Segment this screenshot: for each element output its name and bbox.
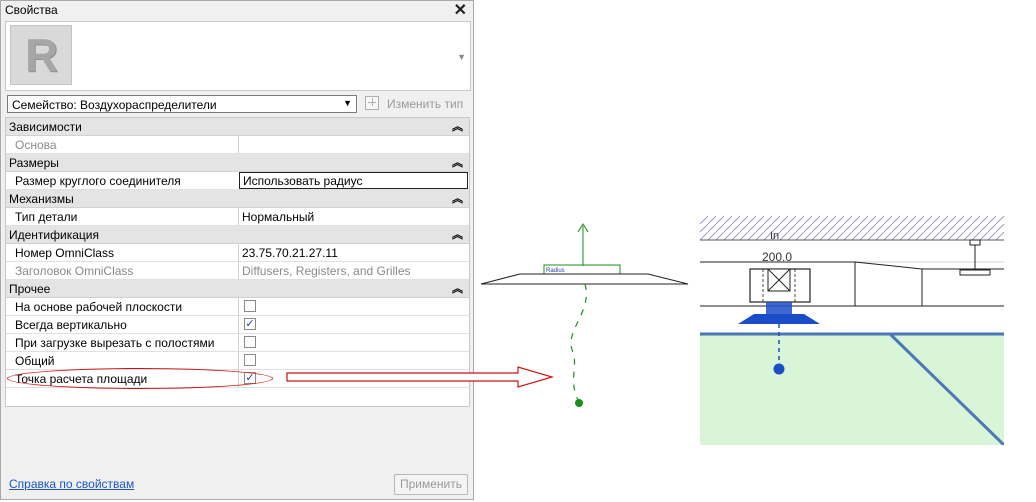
property-row-cut-with-voids[interactable]: При загрузке вырезать с полостями xyxy=(6,334,469,352)
property-name: Общий xyxy=(15,354,55,368)
size-label: 200.0 xyxy=(762,250,792,264)
property-name: На основе рабочей плоскости xyxy=(15,300,183,314)
checkbox[interactable]: ✓ xyxy=(244,318,256,330)
checkbox[interactable] xyxy=(244,300,256,312)
column-divider xyxy=(238,136,239,153)
property-value: 23.75.70.21.27.11 xyxy=(242,246,338,260)
collapse-icon[interactable]: ︽ xyxy=(452,226,463,242)
checkbox[interactable] xyxy=(244,354,256,366)
properties-grid: Зависимости ︽ Основа Размеры ︽ Размер кр… xyxy=(5,117,470,407)
room-area[interactable] xyxy=(700,334,1004,445)
property-name: Номер OmniClass xyxy=(15,246,114,260)
diffuser-plan-blue[interactable] xyxy=(738,314,820,324)
close-icon[interactable]: ✕ xyxy=(454,0,467,20)
collapse-icon[interactable]: ︽ xyxy=(452,154,463,170)
column-divider xyxy=(238,352,239,369)
property-value: Diffusers, Registers, and Grilles xyxy=(242,264,411,278)
apply-button[interactable]: Применить xyxy=(394,474,468,495)
revit-logo: R xyxy=(10,25,72,85)
group-label: Прочее xyxy=(9,282,51,296)
property-value: Нормальный xyxy=(242,210,315,224)
room-calculation-point[interactable] xyxy=(575,399,583,407)
family-type-value: Семейство: Воздухораспределители xyxy=(12,98,217,112)
group-label: Размеры xyxy=(9,156,59,170)
property-name: Основа xyxy=(15,138,57,152)
group-constraints[interactable]: Зависимости ︽ xyxy=(6,118,469,136)
property-name: При загрузке вырезать с полостями xyxy=(15,336,215,350)
family-type-selector[interactable]: Семейство: Воздухораспределители ▼ xyxy=(7,95,357,113)
property-row-work-plane-based[interactable]: На основе рабочей плоскости xyxy=(6,298,469,316)
fixture-icon xyxy=(959,269,991,276)
edit-type-label: Изменить тип xyxy=(387,97,464,111)
family-elevation-view: Radius xyxy=(480,223,689,407)
checkbox[interactable] xyxy=(244,336,256,348)
group-label: Механизмы xyxy=(9,192,74,206)
group-label: Идентификация xyxy=(9,228,99,242)
properties-palette: Свойства ✕ R ▼ Семейство: Воздухораспред… xyxy=(0,0,474,500)
property-row-omniclass-number[interactable]: Номер OmniClass 23.75.70.21.27.11 xyxy=(6,244,469,262)
room-calculation-point-plan[interactable] xyxy=(773,363,785,375)
group-label: Зависимости xyxy=(9,120,82,134)
highlight-ellipse xyxy=(7,368,273,389)
plan-view: In 200.0 xyxy=(700,216,1006,447)
collapse-icon[interactable]: ︽ xyxy=(452,118,463,134)
property-value: Использовать радиус xyxy=(243,174,363,188)
group-other[interactable]: Прочее ︽ xyxy=(6,280,469,298)
column-divider xyxy=(238,244,239,261)
family-row: Семейство: Воздухораспределители ▼ Измен… xyxy=(5,94,471,116)
property-row-host[interactable]: Основа xyxy=(6,136,469,154)
collapse-icon[interactable]: ︽ xyxy=(452,190,463,206)
group-dimensions[interactable]: Размеры ︽ xyxy=(6,154,469,172)
property-value-field[interactable]: Использовать радиус xyxy=(239,172,468,189)
property-name: Всегда вертикально xyxy=(15,318,127,332)
property-name: Тип детали xyxy=(15,210,78,224)
title-bar: Свойства ✕ xyxy=(1,1,473,20)
window-title: Свойства xyxy=(5,3,58,17)
plan-drawing: In 200.0 xyxy=(700,216,1006,447)
column-divider xyxy=(238,262,239,279)
properties-help-link[interactable]: Справка по свойствам xyxy=(9,477,134,491)
revit-logo-letter: R xyxy=(25,29,59,81)
property-row-round-connector-size[interactable]: Размер круглого соединителя Использовать… xyxy=(6,172,469,190)
diffuser-body xyxy=(480,273,689,285)
group-identity[interactable]: Идентификация ︽ xyxy=(6,226,469,244)
calculation-point-path xyxy=(570,283,587,403)
property-row-omniclass-title[interactable]: Заголовок OmniClass Diffusers, Registers… xyxy=(6,262,469,280)
column-divider xyxy=(238,316,239,333)
column-divider xyxy=(238,298,239,315)
chevron-down-icon[interactable]: ▼ xyxy=(343,98,352,108)
property-row-always-vertical[interactable]: Всегда вертикально ✓ xyxy=(6,316,469,334)
collapse-icon[interactable]: ︽ xyxy=(452,280,463,296)
room-label: In xyxy=(770,230,779,242)
column-divider xyxy=(238,208,239,225)
property-row-part-type[interactable]: Тип детали Нормальный xyxy=(6,208,469,226)
edit-type-icon xyxy=(365,96,379,110)
type-preview[interactable]: R ▼ xyxy=(5,21,471,91)
property-name: Размер круглого соединителя xyxy=(15,174,181,188)
radius-label: Radius xyxy=(546,268,565,274)
chevron-down-icon[interactable]: ▼ xyxy=(457,52,466,62)
column-divider xyxy=(238,334,239,351)
property-name: Заголовок OmniClass xyxy=(15,264,134,278)
ceiling-hatch xyxy=(700,216,1004,240)
group-mechanical[interactable]: Механизмы ︽ xyxy=(6,190,469,208)
